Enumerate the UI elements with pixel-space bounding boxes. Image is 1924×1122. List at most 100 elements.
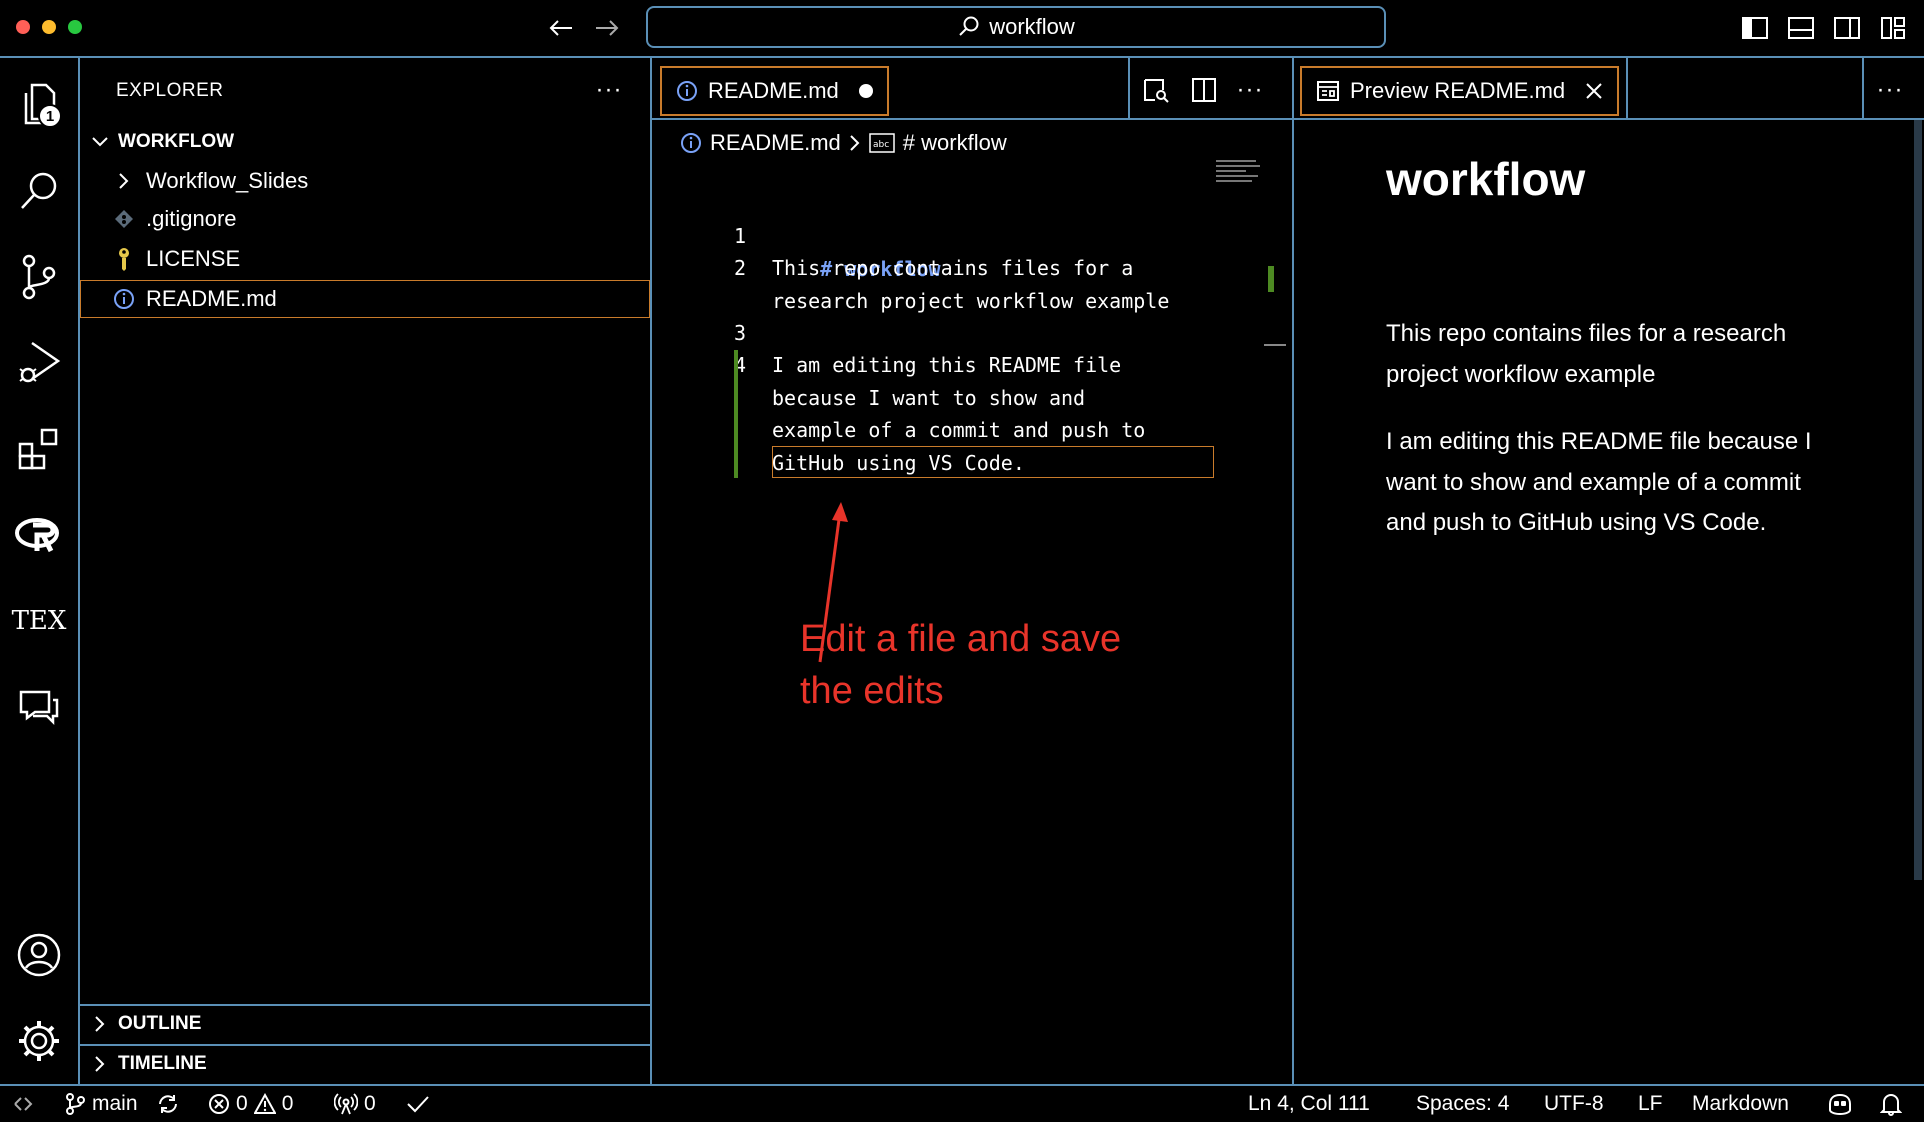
tree-item-label: LICENSE [146, 246, 241, 271]
split-icon [1192, 78, 1216, 102]
error-count: 0 [236, 1092, 248, 1115]
explorer-badge: 1 [38, 104, 62, 128]
git-icon [110, 205, 138, 233]
activity-explorer[interactable]: 1 [0, 70, 78, 140]
close-window-button[interactable] [16, 20, 30, 34]
sync-button[interactable] [156, 1086, 180, 1122]
tree-item-license[interactable]: LICENSE [80, 240, 650, 278]
chevron-down-icon [86, 136, 114, 148]
toggle-panel-button[interactable] [1784, 12, 1818, 44]
tree-item-readme[interactable]: README.md [80, 280, 650, 318]
zoom-window-button[interactable] [68, 20, 82, 34]
forward-button[interactable] [590, 12, 624, 44]
check-indicator[interactable] [406, 1086, 430, 1122]
end-of-line[interactable]: LF [1638, 1086, 1663, 1122]
tab-preview-readme[interactable]: Preview README.md [1300, 66, 1620, 116]
copilot-indicator[interactable] [1826, 1086, 1854, 1122]
command-center-search[interactable]: workflow [646, 6, 1386, 48]
outline-header[interactable]: OUTLINE [80, 1006, 650, 1042]
activity-manage[interactable] [0, 1006, 78, 1076]
modified-line-indicator [734, 350, 738, 478]
git-branch-icon [66, 1093, 85, 1115]
editor-group-preview: Preview README.md ··· workflow This repo… [1294, 58, 1924, 1084]
ports-count: 0 [364, 1092, 376, 1115]
divider [1128, 58, 1130, 118]
explorer-sidebar: EXPLORER ··· WORKFLOW Workflow_Slides .g… [80, 58, 652, 1084]
remote-icon [14, 1097, 33, 1111]
minimap[interactable] [1216, 160, 1266, 190]
ports-indicator[interactable]: 0 [334, 1086, 376, 1122]
toggle-secondary-sidebar-button[interactable] [1830, 12, 1864, 44]
breadcrumb-file[interactable]: README.md [710, 130, 841, 156]
tex-icon: TEX [11, 606, 67, 636]
activity-tex[interactable]: TEX [0, 586, 78, 656]
account-icon [17, 933, 61, 977]
activity-source-control[interactable] [0, 242, 78, 312]
check-icon [407, 1096, 429, 1113]
activity-r[interactable] [0, 500, 78, 570]
close-icon[interactable] [1585, 82, 1603, 100]
line-number: 1 [733, 224, 746, 248]
error-icon [209, 1094, 229, 1114]
toggle-primary-sidebar-button[interactable] [1738, 12, 1772, 44]
tree-item-gitignore[interactable]: .gitignore [80, 200, 650, 238]
source-control-icon [22, 254, 56, 300]
encoding[interactable]: UTF-8 [1544, 1086, 1604, 1122]
indentation[interactable]: Spaces: 4 [1416, 1086, 1509, 1122]
branch-name: main [92, 1092, 138, 1115]
breadcrumb-symbol[interactable]: # workflow [903, 130, 1007, 156]
workflow-folder-header[interactable]: WORKFLOW [80, 124, 650, 160]
remote-indicator[interactable] [12, 1086, 34, 1122]
command-center-text: workflow [989, 14, 1075, 39]
layout-icon [1881, 17, 1905, 39]
preview-scrollbar[interactable] [1914, 120, 1922, 880]
svg-text:abc: abc [873, 140, 889, 150]
tab-readme[interactable]: README.md [660, 66, 889, 116]
preview-paragraph: I am editing this README file because I … [1386, 428, 1812, 536]
warning-icon [253, 1093, 276, 1114]
preview-more-button[interactable]: ··· [1872, 74, 1908, 106]
sync-icon [159, 1095, 177, 1113]
editor-group-main: README.md ··· README.md abc # workflow 1… [652, 58, 1294, 1084]
explorer-more-button[interactable]: ··· [592, 76, 626, 104]
unsaved-dot-icon[interactable] [858, 84, 873, 98]
chevron-right-icon [110, 167, 138, 195]
customize-layout-button[interactable] [1876, 12, 1910, 44]
divider [1626, 58, 1628, 118]
problems-indicator[interactable]: 0 0 [208, 1086, 293, 1122]
branch-indicator[interactable]: main [64, 1086, 138, 1122]
open-preview-side-button[interactable] [1138, 74, 1174, 106]
editor-more-button[interactable]: ··· [1232, 74, 1268, 106]
line-number: 2 [733, 256, 746, 280]
preview-paragraph: This repo contains files for a research … [1386, 320, 1787, 388]
activity-extensions[interactable] [0, 414, 78, 484]
activity-search[interactable] [0, 156, 78, 226]
tree-item-label: .gitignore [146, 206, 237, 231]
chevron-right-icon [850, 135, 860, 151]
cursor-position[interactable]: Ln 4, Col 111 [1248, 1086, 1370, 1122]
code-line-4[interactable]: I am editing this README file because I … [772, 349, 1145, 479]
activity-run-debug[interactable] [0, 328, 78, 398]
editor-tab-bar: README.md ··· [652, 58, 1292, 120]
language-mode[interactable]: Markdown [1692, 1086, 1789, 1122]
r-logo-icon [15, 518, 59, 553]
activity-accounts[interactable] [0, 920, 78, 990]
annotation-line: Edit a file and save the edits [800, 618, 1122, 712]
arrow-right-icon [596, 20, 619, 36]
timeline-header[interactable]: TIMELINE [80, 1046, 650, 1082]
warning-count: 0 [281, 1092, 294, 1115]
title-bar: workflow [0, 0, 1924, 58]
activity-chat[interactable] [0, 672, 78, 742]
sidebar-right-icon [1834, 17, 1860, 39]
activity-bar: 1 TEX [0, 58, 80, 1084]
code-line-2[interactable]: This repo contains files for a research … [772, 252, 1169, 317]
tree-item-workflow-slides[interactable]: Workflow_Slides [80, 162, 650, 200]
minimize-window-button[interactable] [42, 20, 56, 34]
tab-label: README.md [708, 78, 839, 103]
notifications-button[interactable] [1880, 1086, 1902, 1122]
copilot-icon [1829, 1093, 1851, 1116]
back-button[interactable] [544, 12, 578, 44]
tab-label: Preview README.md [1350, 78, 1566, 103]
split-editor-button[interactable] [1186, 74, 1222, 106]
extensions-icon [18, 428, 58, 470]
